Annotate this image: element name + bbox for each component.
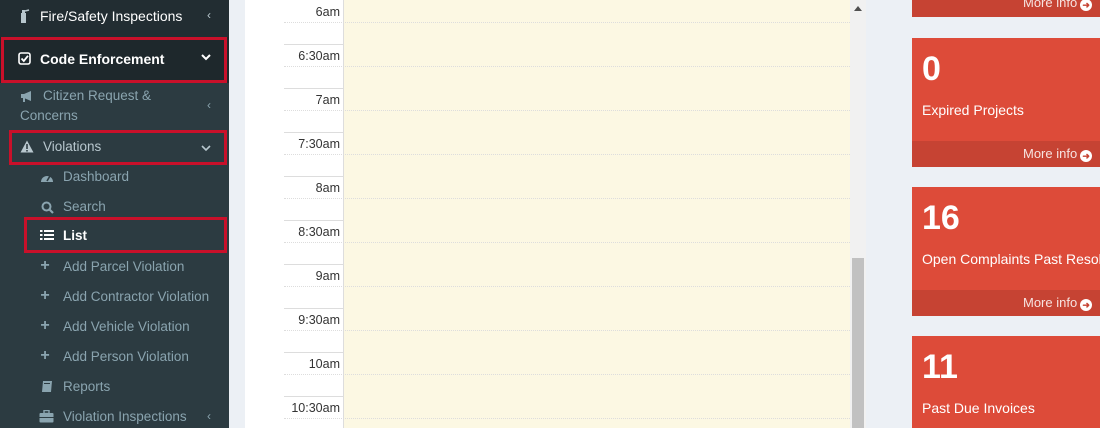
sidebar: Fire/Safety Inspections ‹ Code Enforceme… bbox=[0, 0, 229, 428]
sidebar-item-label: Citizen Request & bbox=[43, 88, 152, 103]
arrow-right-circle-icon: ➜ bbox=[1080, 150, 1093, 162]
sidebar-item-label: Search bbox=[63, 199, 106, 214]
highlight-box bbox=[9, 130, 227, 165]
sidebar-item-citizen-request[interactable]: Citizen Request & Concerns ‹ bbox=[0, 85, 229, 129]
sidebar-item-label-line2: Concerns bbox=[20, 108, 78, 123]
chevron-left-icon: ‹ bbox=[207, 98, 211, 112]
time-slot[interactable]: 6:30am bbox=[284, 44, 850, 89]
dashboard-icon bbox=[40, 171, 54, 185]
sidebar-item-label: Add Parcel Violation bbox=[63, 259, 185, 274]
plus-icon: + bbox=[40, 257, 50, 274]
info-box-top: More info ➜ bbox=[912, 0, 1100, 17]
sidebar-item-add-vehicle-violation[interactable]: + Add Vehicle Violation bbox=[0, 316, 229, 346]
scrollbar-thumb[interactable] bbox=[852, 258, 864, 428]
bullhorn-icon bbox=[20, 90, 34, 104]
highlight-box bbox=[24, 217, 227, 253]
half-line bbox=[284, 198, 850, 200]
time-label: 8am bbox=[315, 181, 340, 195]
time-label: 9am bbox=[315, 269, 340, 283]
more-info-link[interactable]: More info ➜ bbox=[912, 0, 1100, 17]
time-slot[interactable]: 9:30am bbox=[284, 308, 850, 353]
info-box-expired-projects: 0 Expired Projects More info ➜ bbox=[912, 38, 1100, 167]
box-count: 0 bbox=[922, 50, 941, 88]
sidebar-item-label: Dashboard bbox=[63, 169, 130, 184]
sidebar-item-dashboard[interactable]: Dashboard bbox=[0, 166, 229, 196]
sidebar-item-add-contractor-violation[interactable]: + Add Contractor Violation bbox=[0, 286, 229, 316]
time-slot[interactable]: 6am bbox=[284, 0, 850, 45]
time-label: 10am bbox=[308, 357, 340, 371]
search-icon bbox=[40, 201, 54, 215]
box-count: 11 bbox=[922, 348, 958, 386]
info-box-open-complaints: 16 Open Complaints Past Resolu More info… bbox=[912, 187, 1100, 316]
sidebar-item-label: Add Contractor Violation bbox=[63, 289, 210, 304]
sidebar-item-reports[interactable]: Reports bbox=[0, 376, 229, 406]
half-line bbox=[284, 286, 850, 288]
half-line bbox=[284, 66, 850, 68]
more-info-label: More info bbox=[1023, 146, 1078, 161]
sidebar-item-fire-safety[interactable]: Fire/Safety Inspections ‹ bbox=[0, 0, 229, 34]
sidebar-item-label: Fire/Safety Inspections bbox=[40, 8, 183, 24]
sidebar-item-label: Violation Inspections bbox=[63, 409, 187, 424]
more-info-label: More info bbox=[1023, 295, 1078, 310]
half-line bbox=[284, 110, 850, 112]
half-line bbox=[284, 242, 850, 244]
half-line bbox=[284, 374, 850, 376]
more-info-link[interactable]: More info ➜ bbox=[912, 141, 1100, 167]
briefcase-icon bbox=[39, 409, 54, 424]
book-icon bbox=[40, 380, 54, 394]
box-label: Expired Projects bbox=[922, 102, 1024, 118]
info-box-past-due-invoices: 11 Past Due Invoices bbox=[912, 336, 1100, 428]
half-line bbox=[284, 22, 850, 24]
time-label: 6am bbox=[315, 5, 340, 19]
chevron-left-icon: ‹ bbox=[207, 409, 211, 423]
time-label: 7am bbox=[315, 93, 340, 107]
box-count: 16 bbox=[922, 199, 960, 237]
time-slot[interactable]: 8:30am bbox=[284, 220, 850, 265]
calendar-day-view[interactable]: 6am 6:30am 7am 7:30am 8am 8:30am 9am 9:3… bbox=[284, 0, 850, 428]
time-slot[interactable]: 9am bbox=[284, 264, 850, 309]
chevron-left-icon: ‹ bbox=[207, 8, 211, 22]
highlight-box bbox=[1, 37, 227, 83]
time-slot[interactable]: 10am bbox=[284, 352, 850, 397]
plus-icon: + bbox=[40, 347, 50, 364]
half-line bbox=[284, 418, 850, 420]
slot-cell[interactable] bbox=[344, 396, 850, 428]
time-slot[interactable]: 7:30am bbox=[284, 132, 850, 177]
time-label: 7:30am bbox=[298, 137, 340, 151]
time-label: 8:30am bbox=[298, 225, 340, 239]
sidebar-item-label: Add Person Violation bbox=[63, 349, 189, 364]
half-line bbox=[284, 330, 850, 332]
plus-icon: + bbox=[40, 317, 50, 334]
sidebar-item-violation-inspections[interactable]: Violation Inspections ‹ bbox=[0, 406, 229, 428]
arrow-right-circle-icon: ➜ bbox=[1080, 0, 1093, 11]
half-line bbox=[284, 154, 850, 156]
calendar-scrollbar[interactable] bbox=[850, 0, 866, 428]
time-label: 10:30am bbox=[291, 401, 340, 415]
box-label: Past Due Invoices bbox=[922, 400, 1035, 416]
sidebar-item-label: Reports bbox=[63, 379, 111, 394]
scroll-up-arrow-icon[interactable] bbox=[854, 6, 862, 11]
plus-icon: + bbox=[40, 287, 50, 304]
time-label: 6:30am bbox=[298, 49, 340, 63]
time-slot[interactable]: 10:30am bbox=[284, 396, 850, 428]
more-info-label: More info bbox=[1023, 0, 1078, 10]
arrow-right-circle-icon: ➜ bbox=[1080, 299, 1093, 311]
sidebar-item-label: Add Vehicle Violation bbox=[63, 319, 190, 334]
fire-extinguisher-icon bbox=[17, 9, 31, 23]
time-slot[interactable]: 8am bbox=[284, 176, 850, 221]
time-label: 9:30am bbox=[298, 313, 340, 327]
box-label: Open Complaints Past Resolu bbox=[922, 251, 1100, 267]
time-slot[interactable]: 7am bbox=[284, 88, 850, 133]
sidebar-item-add-person-violation[interactable]: + Add Person Violation bbox=[0, 346, 229, 376]
more-info-link[interactable]: More info ➜ bbox=[912, 290, 1100, 316]
sidebar-item-add-parcel-violation[interactable]: + Add Parcel Violation bbox=[0, 256, 229, 286]
